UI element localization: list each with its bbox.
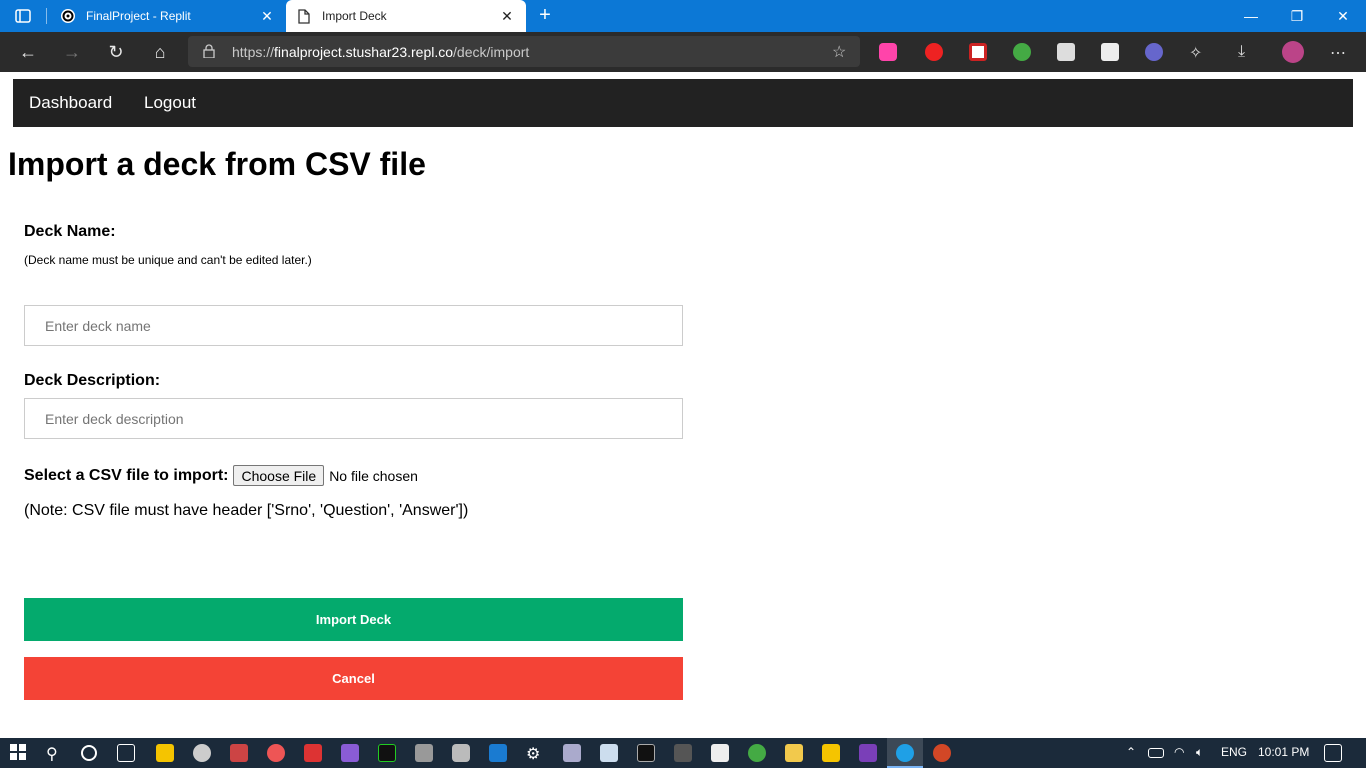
sticky-notes-icon[interactable] [156, 744, 174, 762]
choose-file-button[interactable]: Choose File [233, 465, 325, 486]
settings-app-icon[interactable] [230, 744, 248, 762]
database-icon[interactable] [452, 744, 470, 762]
language-indicator[interactable]: ENG [1221, 745, 1247, 759]
blocker-extension-icon[interactable] [1145, 43, 1163, 61]
search-icon[interactable]: ⚲ [46, 744, 64, 763]
clock-app-icon[interactable] [193, 744, 211, 762]
media-icon[interactable] [822, 744, 840, 762]
csv-note: (Note: CSV file must have header ['Srno'… [24, 502, 469, 519]
site-navbar: Dashboard Logout [13, 79, 1353, 127]
chrome-extension-icon[interactable] [1013, 43, 1031, 61]
app-icon[interactable] [267, 744, 285, 762]
more-menu-icon[interactable]: ⋯ [1330, 43, 1348, 62]
app-icon[interactable] [489, 744, 507, 762]
tab-replit[interactable]: FinalProject - Replit ✕ [50, 0, 286, 32]
file-status: No file chosen [329, 467, 418, 484]
chrome-icon[interactable] [748, 744, 766, 762]
close-icon[interactable]: ✕ [498, 7, 516, 25]
volume-icon[interactable]: 🔈︎ [1196, 745, 1203, 760]
powerpoint-icon[interactable] [933, 744, 951, 762]
extensions-puzzle-icon[interactable]: ✧ [1189, 43, 1207, 62]
app-icon[interactable] [415, 744, 433, 762]
clock[interactable]: 10:01 PM [1258, 745, 1309, 759]
url-text: https://finalproject.stushar23.repl.co/d… [232, 44, 530, 60]
address-bar[interactable]: https://finalproject.stushar23.repl.co/d… [188, 36, 860, 67]
restore-icon[interactable]: ❐ [1274, 0, 1320, 32]
tab-actions-icon[interactable] [12, 6, 34, 26]
file-label: Select a CSV file to import: [24, 466, 229, 484]
deck-description-label: Deck Description: [24, 372, 161, 389]
battery-icon[interactable] [1148, 748, 1164, 758]
app-icon[interactable] [563, 744, 581, 762]
back-icon[interactable]: ← [14, 38, 42, 66]
show-hidden-icons-icon[interactable]: ⌃ [1126, 745, 1136, 759]
tab-separator [46, 8, 47, 24]
file-upload-row: Select a CSV file to import: Choose File… [24, 465, 418, 486]
file-explorer-icon[interactable] [785, 744, 803, 762]
wifi-icon[interactable]: ◠ [1174, 745, 1184, 759]
cortana-icon[interactable] [81, 745, 97, 761]
edge-icon[interactable] [896, 744, 914, 762]
import-deck-button[interactable]: Import Deck [24, 598, 683, 641]
tab-import-deck[interactable]: Import Deck ✕ [286, 0, 526, 32]
home-icon[interactable]: ⌂ [146, 38, 174, 66]
minimize-icon[interactable]: — [1228, 0, 1274, 32]
adblock-extension-icon[interactable] [925, 43, 943, 61]
page-icon [296, 8, 312, 24]
nav-dashboard-link[interactable]: Dashboard [29, 93, 112, 113]
nav-logout-link[interactable]: Logout [144, 93, 196, 113]
acrobat-icon[interactable] [304, 744, 322, 762]
deck-description-input[interactable] [24, 398, 683, 439]
screenshot-extension-icon[interactable] [1057, 43, 1075, 61]
deck-name-hint: (Deck name must be unique and can't be e… [24, 253, 312, 267]
notepad-icon[interactable] [600, 744, 618, 762]
deck-name-input[interactable] [24, 305, 683, 346]
onenote-icon[interactable] [859, 744, 877, 762]
windows-start-icon[interactable] [10, 744, 28, 762]
task-view-icon[interactable] [117, 744, 135, 762]
brave-extension-icon[interactable] [879, 43, 897, 61]
gear-icon[interactable]: ⚙ [526, 744, 544, 763]
page-title: Import a deck from CSV file [8, 146, 426, 182]
close-icon[interactable]: ✕ [258, 7, 276, 25]
notes-icon[interactable] [711, 744, 729, 762]
profile-avatar[interactable] [1282, 41, 1304, 63]
new-tab-icon[interactable]: + [534, 4, 556, 26]
replit-icon [60, 8, 76, 24]
tab-title: FinalProject - Replit [86, 9, 191, 23]
window-close-icon[interactable]: ✕ [1320, 0, 1366, 32]
tab-title: Import Deck [322, 9, 387, 23]
add-favorite-icon[interactable]: ☆ [832, 42, 852, 62]
pocket-extension-icon[interactable] [969, 43, 987, 61]
refresh-icon[interactable]: ↻ [102, 38, 130, 66]
visual-studio-icon[interactable] [341, 744, 359, 762]
notifications-icon[interactable] [1324, 744, 1342, 762]
browser-toolbar: ← → ↻ ⌂ https://finalproject.stushar23.r… [0, 32, 1366, 72]
terminal-icon[interactable] [637, 744, 655, 762]
downloads-icon[interactable]: ⤓ [1238, 43, 1256, 61]
lock-icon [202, 44, 216, 59]
app-icon[interactable] [674, 744, 692, 762]
tag-extension-icon[interactable] [1101, 43, 1119, 61]
windows-taskbar: ⚲ ⚙ ⌃ ◠ 🔈︎ ENG 10:01 PM [0, 738, 1366, 768]
forward-icon[interactable]: → [58, 38, 86, 66]
deck-name-label: Deck Name: [24, 223, 116, 240]
cancel-button[interactable]: Cancel [24, 657, 683, 700]
pycharm-icon[interactable] [378, 744, 396, 762]
browser-tab-bar: FinalProject - Replit ✕ Import Deck ✕ + … [0, 0, 1366, 32]
